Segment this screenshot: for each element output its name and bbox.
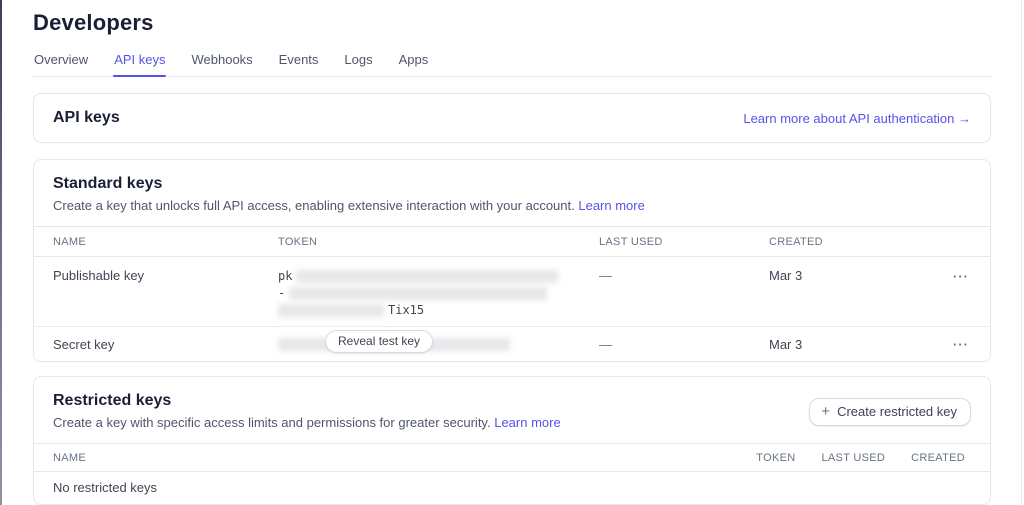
column-header-last-used: Last used [822, 452, 886, 464]
standard-keys-head: Standard keys Create a key that unlocks … [34, 160, 990, 226]
tab-api-keys[interactable]: API keys [113, 50, 166, 76]
redacted-token-blur [289, 287, 547, 300]
token-cell: Reveal test key [278, 332, 599, 356]
created-value: Mar 3 [769, 268, 931, 283]
restricted-keys-description: Create a key with specific access limits… [53, 415, 561, 430]
token-line2-prefix: - [278, 286, 285, 300]
developers-tabbar: Overview API keys Webhooks Events Logs A… [33, 50, 991, 77]
restricted-keys-description-text: Create a key with specific access limits… [53, 415, 491, 430]
last-used-value: — [599, 337, 769, 352]
column-header-created: Created [911, 452, 965, 464]
tab-webhooks[interactable]: Webhooks [190, 50, 253, 76]
last-used-value: — [599, 268, 769, 283]
tab-events[interactable]: Events [278, 50, 320, 76]
restricted-keys-learn-more-link[interactable]: Learn more [494, 415, 560, 430]
api-keys-title: API keys [53, 109, 120, 127]
create-restricted-key-label: Create restricted key [837, 404, 957, 419]
redacted-token-blur [296, 270, 558, 283]
token-prefix: pk [278, 269, 292, 283]
empty-state-message: No restricted keys [34, 472, 990, 504]
restricted-keys-table-header: Name Token Last used Created [34, 443, 990, 472]
token-visible-fragment: Tix15 [388, 303, 424, 317]
standard-keys-learn-more-link[interactable]: Learn more [578, 198, 644, 213]
reveal-test-key-button[interactable]: Reveal test key [325, 330, 433, 353]
overflow-menu-icon[interactable]: ··· [951, 268, 971, 285]
standard-keys-description: Create a key that unlocks full API acces… [53, 198, 971, 213]
token-cell: pk - Tix15 [278, 268, 599, 318]
column-header-name: Name [53, 452, 86, 464]
restricted-keys-head: Restricted keys Create a key with specif… [34, 377, 990, 443]
plus-icon: + [821, 404, 830, 419]
standard-keys-description-text: Create a key that unlocks full API acces… [53, 198, 575, 213]
created-value: Mar 3 [769, 337, 931, 352]
create-restricted-key-button[interactable]: + Create restricted key [809, 398, 971, 426]
tab-apps[interactable]: Apps [398, 50, 430, 76]
column-header-last-used: Last used [599, 236, 769, 248]
overflow-menu-icon[interactable]: ··· [951, 336, 971, 353]
page-title: Developers [33, 10, 991, 36]
standard-keys-card: Standard keys Create a key that unlocks … [33, 159, 991, 362]
column-header-token: Token [278, 236, 599, 248]
column-header-token: Token [756, 452, 795, 464]
developers-page: Developers Overview API keys Webhooks Ev… [0, 0, 1024, 505]
learn-api-authentication-link[interactable]: Learn more about API authentication → [743, 111, 971, 126]
table-row-secret-key: Secret key Reveal test key — Mar 3 ··· [34, 326, 990, 361]
standard-keys-table-header: Name Token Last used Created [34, 226, 990, 257]
standard-keys-title: Standard keys [53, 175, 971, 193]
window-left-edge [0, 0, 2, 505]
restricted-keys-title: Restricted keys [53, 392, 561, 410]
api-keys-header-card: API keys Learn more about API authentica… [33, 93, 991, 143]
key-name: Secret key [53, 337, 278, 352]
column-header-name: Name [53, 236, 278, 248]
window-right-edge [1021, 0, 1022, 505]
redacted-token-blur [278, 304, 384, 317]
tab-logs[interactable]: Logs [343, 50, 373, 76]
table-row-publishable-key: Publishable key pk - Tix15 — Mar 3 ··· [34, 257, 990, 326]
column-header-created: Created [769, 236, 931, 248]
tab-overview[interactable]: Overview [33, 50, 89, 76]
key-name: Publishable key [53, 268, 278, 283]
restricted-keys-card: Restricted keys Create a key with specif… [33, 376, 991, 505]
